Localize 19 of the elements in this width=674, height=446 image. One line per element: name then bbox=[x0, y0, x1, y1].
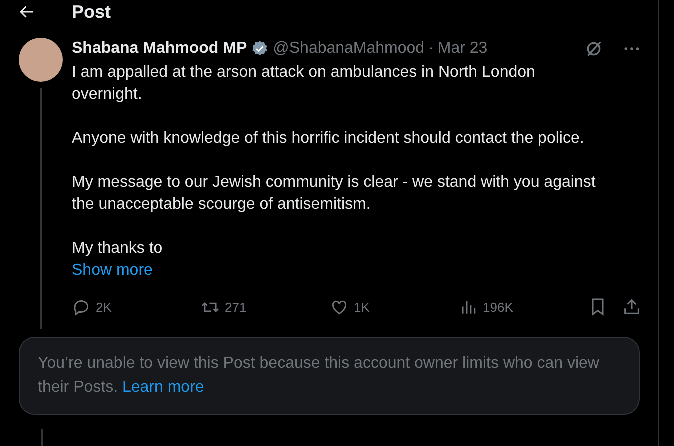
action-count: 1K bbox=[354, 300, 370, 314]
post-date[interactable]: Mar 23 bbox=[438, 40, 488, 58]
learn-more-link[interactable]: Learn more bbox=[122, 379, 204, 396]
page-title: Post bbox=[72, 2, 112, 22]
action-count: 271 bbox=[225, 300, 247, 314]
reply-icon[interactable] bbox=[72, 298, 91, 316]
author-handle[interactable]: @ShabanaMahmood bbox=[273, 40, 425, 58]
author-name[interactable]: Shabana Mahmood MP bbox=[72, 40, 248, 58]
action-count: 2K bbox=[96, 300, 112, 314]
post-paragraph: I am appalled at the arson attack on ambulances in North London overnight. bbox=[72, 63, 536, 105]
action-count: 196K bbox=[483, 300, 514, 314]
post-paragraph: My thanks to bbox=[72, 239, 164, 259]
show-more-link[interactable]: Show more bbox=[72, 260, 642, 282]
post-paragraph: My message to our Jewish community is clear - we stand with you against the unacceptable scourge of antisemitism. bbox=[72, 173, 597, 215]
share-icon[interactable] bbox=[622, 297, 642, 317]
notice-text: You’re unable to view this Post because this account owner limits who can view their Posts. Learn more bbox=[38, 354, 600, 398]
post-paragraph: Anyone with knowledge of this horrific incident should contact the police. bbox=[72, 129, 586, 149]
separator: · bbox=[428, 40, 434, 58]
avatar[interactable] bbox=[19, 38, 63, 82]
